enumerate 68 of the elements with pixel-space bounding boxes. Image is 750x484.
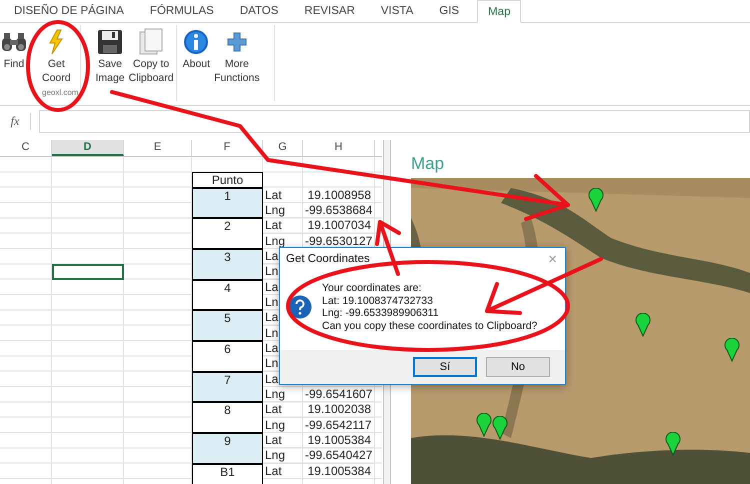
ribbon-tab[interactable]: DATOS bbox=[232, 0, 290, 22]
table-cell: 4 bbox=[192, 280, 263, 310]
table-cell: -99.6541607 bbox=[303, 386, 375, 402]
map-title: Map bbox=[411, 154, 446, 175]
table-cell: Lat bbox=[263, 188, 303, 203]
column-header[interactable]: H bbox=[303, 140, 375, 156]
ribbon-tab[interactable]: GIS bbox=[431, 0, 472, 22]
ribbon-button[interactable]: Copy to Clipboard bbox=[128, 27, 174, 101]
function-label: fx bbox=[0, 113, 31, 130]
message-text: Lat: 19.1008374732733 bbox=[322, 294, 434, 307]
message-text: Your coordinates are: bbox=[322, 282, 422, 294]
table-cell: -99.6538684 bbox=[303, 202, 375, 218]
table-cell: B1 bbox=[192, 464, 263, 484]
pin-icon[interactable] bbox=[635, 313, 651, 337]
question-icon bbox=[288, 295, 312, 319]
table-cell: 5 bbox=[192, 310, 263, 341]
table-cell: 1 bbox=[192, 188, 263, 218]
pin-icon[interactable] bbox=[588, 188, 604, 212]
table-cell: 19.1007034 bbox=[303, 218, 375, 234]
table-cell: Lng bbox=[263, 448, 303, 464]
column-header[interactable]: E bbox=[124, 140, 192, 156]
table-cell: 8 bbox=[192, 402, 263, 433]
pin-icon[interactable] bbox=[476, 413, 492, 437]
ribbon-button[interactable]: Find bbox=[0, 27, 28, 88]
table-cell: -99.6542117 bbox=[303, 418, 375, 433]
ribbon-button[interactable]: More Functions bbox=[214, 27, 260, 101]
selected-cell[interactable] bbox=[52, 264, 124, 280]
message-text: Lng: -99.6533989906311 bbox=[322, 307, 440, 320]
ribbon-tab[interactable]: DISEÑO DE PÁGINA bbox=[6, 0, 136, 22]
ribbon-tab[interactable]: VISTA bbox=[372, 0, 426, 22]
formula-input[interactable] bbox=[39, 110, 750, 133]
table-cell: 9 bbox=[192, 432, 263, 464]
table-header-cell: Punto bbox=[192, 172, 263, 188]
table-cell: 19.1008958 bbox=[303, 188, 375, 203]
pages-icon bbox=[138, 27, 164, 57]
table-cell: 19.1005384 bbox=[303, 432, 375, 448]
table-cell: Lat bbox=[263, 402, 303, 418]
ribbon-tab[interactable]: FÓRMULAS bbox=[142, 0, 226, 22]
column-header[interactable]: F bbox=[192, 140, 263, 156]
ribbon-button[interactable]: About bbox=[182, 27, 210, 101]
ribbon-tab[interactable]: Map bbox=[477, 0, 522, 23]
table-cell: 19.1002038 bbox=[303, 402, 375, 418]
table-cell: Lng bbox=[263, 202, 303, 218]
column-header[interactable]: G bbox=[263, 140, 303, 156]
pin-icon[interactable] bbox=[665, 432, 681, 456]
group-label: geoxl.com bbox=[42, 88, 78, 99]
table-cell: 19.1005384 bbox=[303, 464, 375, 479]
table-cell: Lat bbox=[263, 464, 303, 479]
table-cell: 3 bbox=[192, 248, 263, 280]
table-cell: 2 bbox=[192, 218, 263, 249]
ribbon-button[interactable]: Get Coord bbox=[42, 27, 71, 88]
table-cell: 6 bbox=[192, 340, 263, 372]
table-cell: Lng bbox=[263, 418, 303, 433]
table-cell: Lat bbox=[263, 432, 303, 448]
table-cell: 7 bbox=[192, 372, 263, 402]
table-cell: -99.6540427 bbox=[303, 448, 375, 464]
message-text: Can you copy these coordinates to Clipboard? bbox=[322, 320, 538, 332]
lightning-icon bbox=[48, 27, 64, 57]
ribbon-button[interactable]: Save Image bbox=[95, 27, 125, 101]
column-header[interactable]: D bbox=[52, 140, 124, 156]
table-cell: Lng bbox=[263, 386, 303, 402]
table-cell: Lat bbox=[263, 218, 303, 234]
info-icon bbox=[183, 27, 210, 57]
pin-icon[interactable] bbox=[492, 416, 508, 440]
dialog-button[interactable]: Sí bbox=[413, 357, 477, 377]
dialog-button[interactable]: No bbox=[486, 357, 550, 377]
pin-icon[interactable] bbox=[724, 338, 740, 362]
ribbon-tab[interactable]: REVISAR bbox=[296, 0, 367, 22]
